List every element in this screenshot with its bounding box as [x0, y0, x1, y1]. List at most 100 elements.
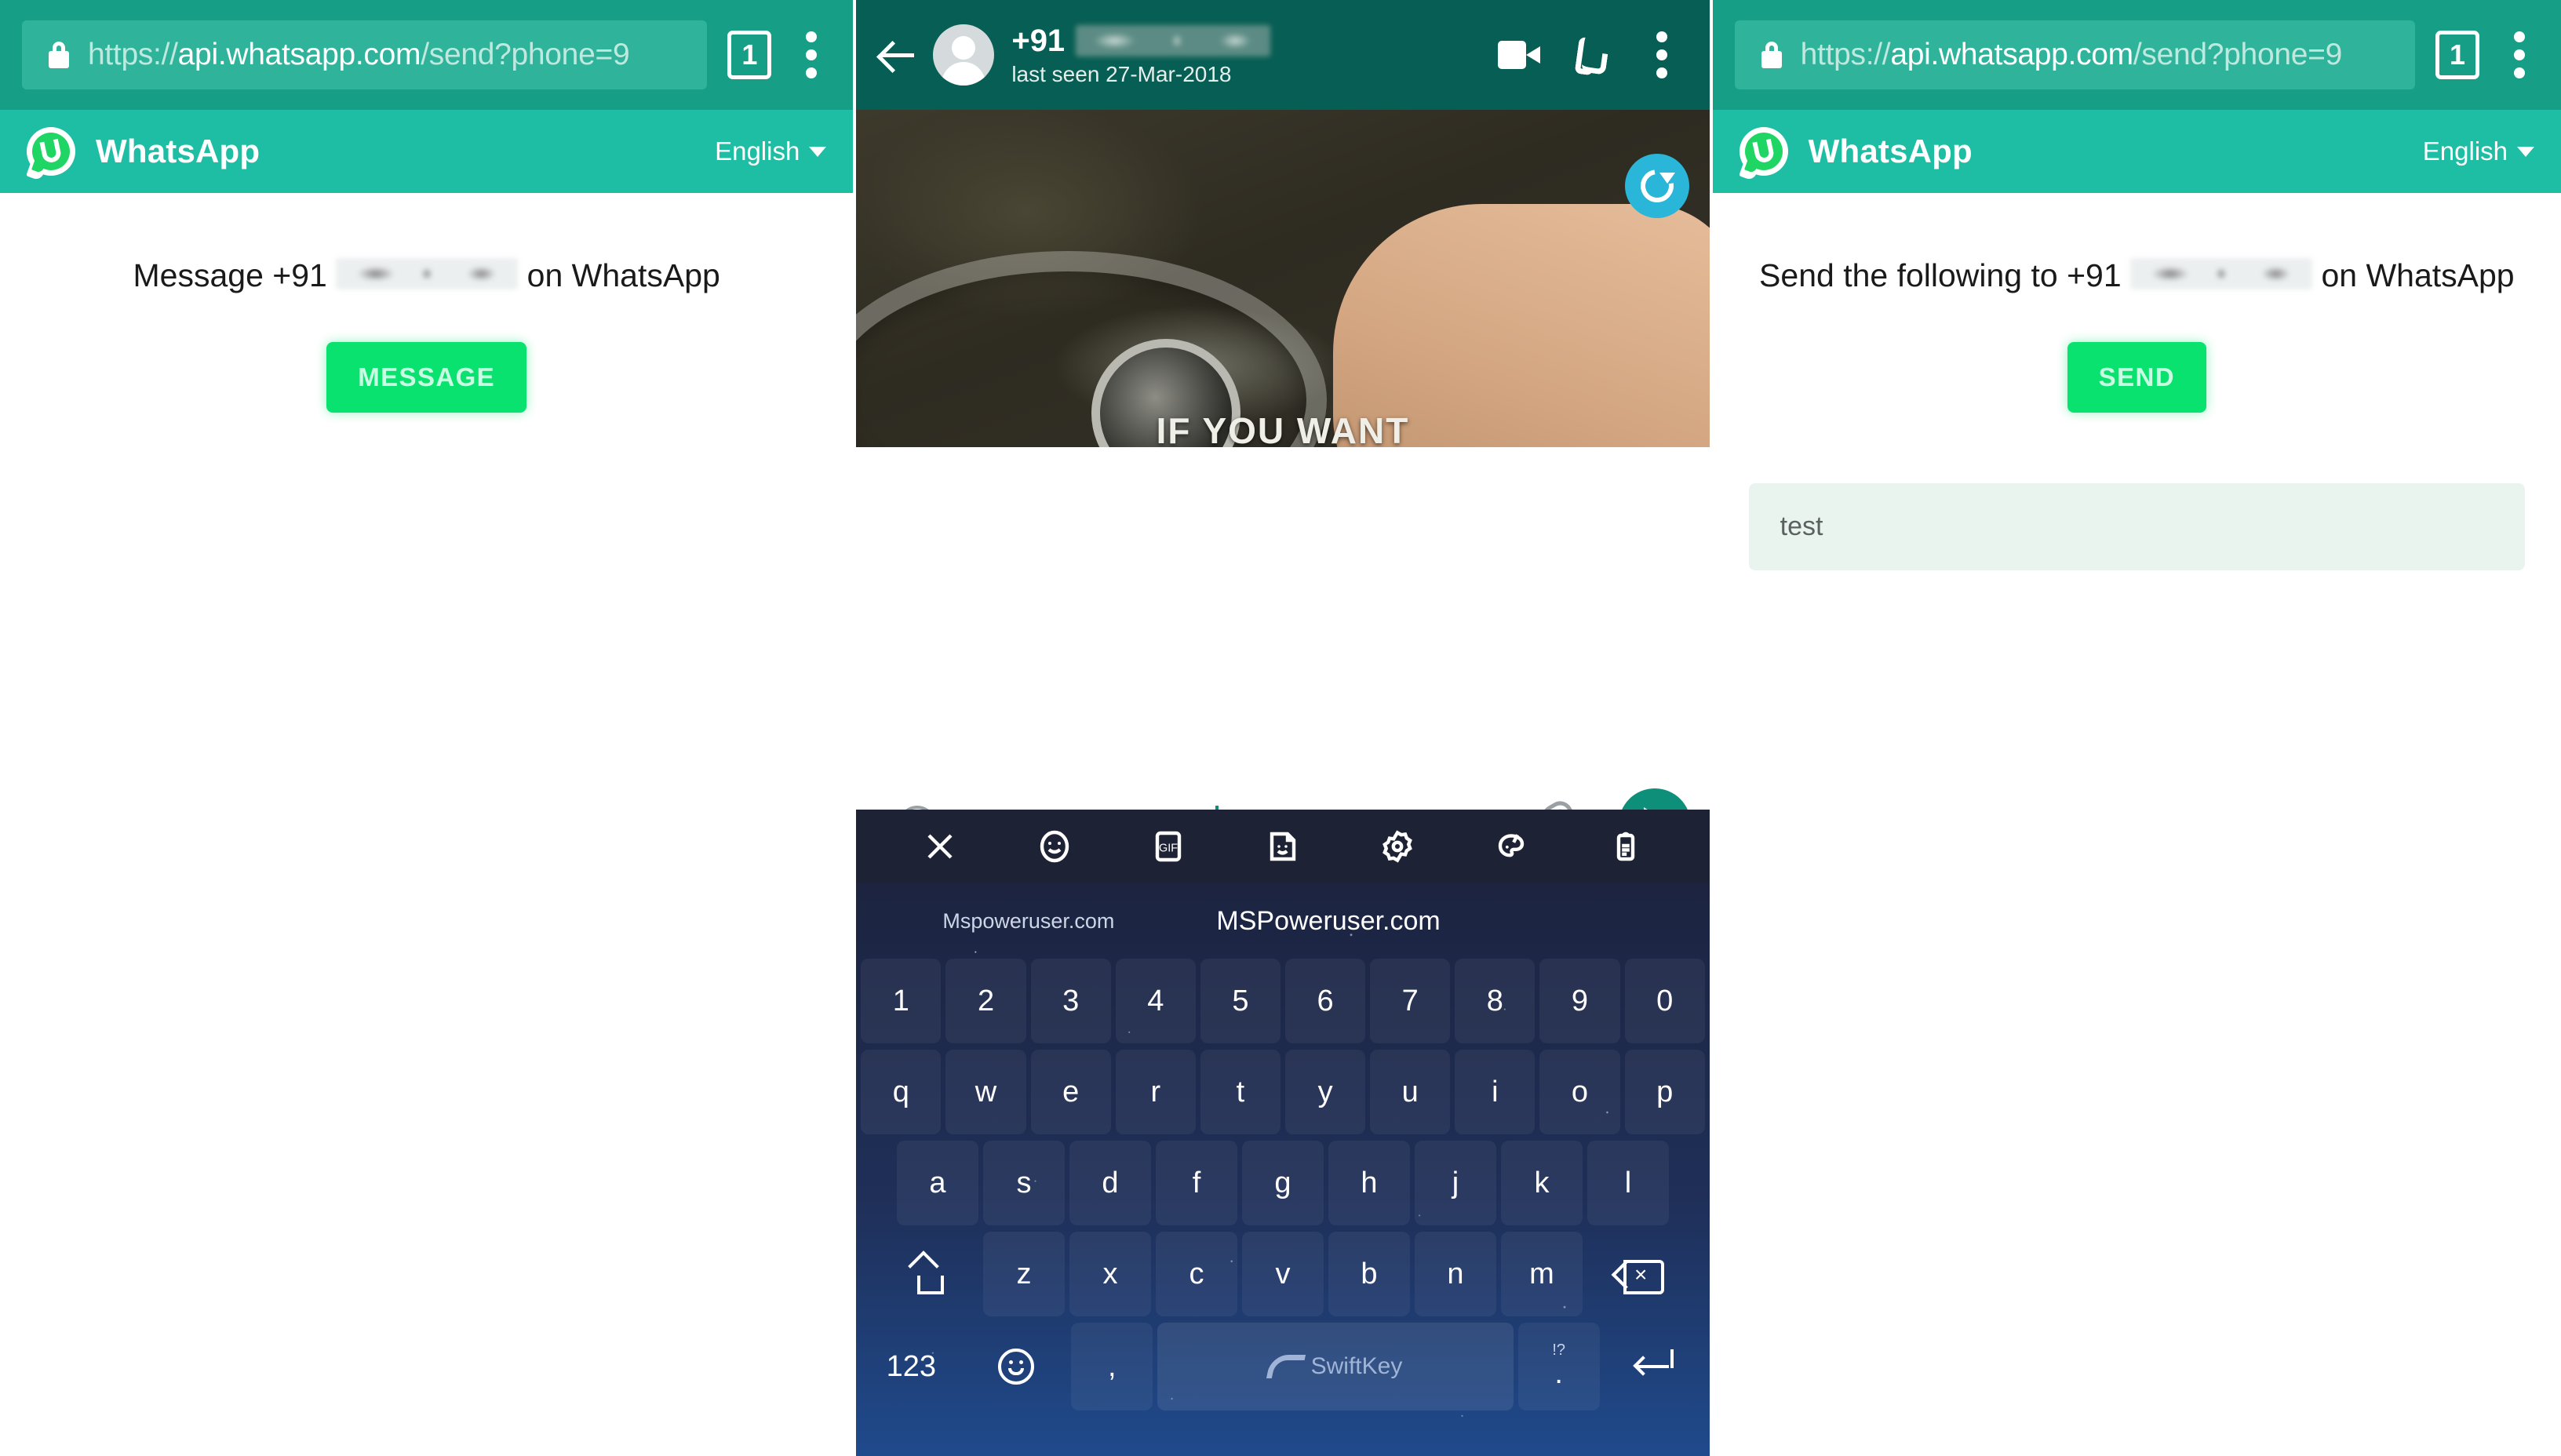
key-3[interactable]: 3 [1030, 959, 1111, 1043]
key-0[interactable]: 0 [1624, 959, 1705, 1043]
kebab-menu-icon[interactable] [792, 31, 831, 78]
numeric-switch-key[interactable]: 123 [861, 1323, 961, 1410]
key-x[interactable]: x [1069, 1232, 1151, 1316]
key-r[interactable]: r [1115, 1050, 1196, 1134]
gear-icon[interactable] [1377, 826, 1418, 867]
send-button[interactable]: SEND [2067, 341, 2206, 413]
key-o[interactable]: o [1539, 1050, 1620, 1134]
prediction-candidate-1[interactable]: Mspoweruser.com [942, 909, 1114, 934]
key-q[interactable]: q [861, 1050, 942, 1134]
key-v[interactable]: v [1241, 1232, 1324, 1316]
screenshot-root: https://api.whatsapp.com/send?phone=9 1 … [0, 0, 2561, 1456]
key-c[interactable]: c [1155, 1232, 1237, 1316]
rotate-refresh-icon[interactable] [1624, 154, 1689, 218]
key-i[interactable]: i [1455, 1050, 1536, 1134]
key-5[interactable]: 5 [1200, 959, 1280, 1043]
comma-key[interactable]: , [1071, 1323, 1153, 1410]
language-selector-left[interactable]: English [715, 136, 827, 166]
chat-wallpaper-photo: IF YOU WANT [856, 110, 1710, 447]
kebab-menu-icon[interactable] [2500, 31, 2539, 78]
key-u[interactable]: u [1370, 1050, 1451, 1134]
key-f[interactable]: f [1155, 1141, 1237, 1225]
period-label: . [1554, 1357, 1563, 1391]
key-b[interactable]: b [1328, 1232, 1410, 1316]
back-arrow-icon[interactable] [880, 37, 916, 73]
keyboard-row-bottom: z x c v b n m × [861, 1232, 1704, 1316]
key-z[interactable]: z [982, 1232, 1065, 1316]
key-8[interactable]: 8 [1455, 959, 1536, 1043]
key-a[interactable]: a [896, 1141, 978, 1225]
contact-prefix: +91 [1011, 23, 1066, 58]
redacted-phone-number [336, 258, 519, 289]
url-bar-right[interactable]: https://api.whatsapp.com/send?phone=9 [1734, 20, 2415, 89]
lock-icon [1761, 42, 1782, 68]
url-text-left: https://api.whatsapp.com/send?phone=9 [88, 38, 630, 71]
whatsapp-logo-icon [1739, 127, 1788, 176]
enter-return-icon[interactable] [1605, 1323, 1705, 1410]
tab-count-left[interactable]: 1 [727, 31, 772, 79]
key-7[interactable]: 7 [1370, 959, 1451, 1043]
key-y[interactable]: y [1285, 1050, 1366, 1134]
right-content: Send the following to +91 on WhatsApp SE… [1713, 193, 2561, 413]
url-bar-left[interactable]: https://api.whatsapp.com/send?phone=9 [22, 20, 708, 89]
key-l[interactable]: l [1587, 1141, 1669, 1225]
headline-suffix-left: on WhatsApp [526, 257, 720, 293]
language-label-right: English [2422, 136, 2508, 166]
backspace-icon[interactable]: × [1587, 1232, 1688, 1316]
key-9[interactable]: 9 [1539, 959, 1620, 1043]
whatsapp-header-left: WhatsApp English [0, 110, 854, 193]
swiftkey-logo-icon: SwiftKey [1269, 1353, 1403, 1380]
avatar[interactable] [933, 24, 995, 86]
key-6[interactable]: 6 [1285, 959, 1366, 1043]
key-1[interactable]: 1 [861, 959, 942, 1043]
message-button[interactable]: MESSAGE [326, 341, 527, 413]
emoji-key-icon[interactable] [966, 1323, 1066, 1410]
key-j[interactable]: j [1414, 1141, 1496, 1225]
chat-contact-info[interactable]: +91 last seen 27-Mar-2018 [1011, 24, 1480, 87]
swiftkey-label: SwiftKey [1310, 1353, 1403, 1379]
kebab-menu-icon[interactable] [1642, 31, 1681, 78]
key-p[interactable]: p [1624, 1050, 1705, 1134]
tab-count-right[interactable]: 1 [2435, 31, 2479, 79]
svg-text:GIF: GIF [1159, 842, 1178, 854]
period-key[interactable]: !? . [1517, 1323, 1600, 1410]
key-g[interactable]: g [1241, 1141, 1324, 1225]
video-call-icon[interactable] [1497, 41, 1540, 69]
chat-header: +91 last seen 27-Mar-2018 [856, 0, 1710, 110]
prediction-candidate-2[interactable]: MSPoweruser.com [1216, 906, 1440, 937]
key-2[interactable]: 2 [945, 959, 1026, 1043]
key-4[interactable]: 4 [1115, 959, 1196, 1043]
whatsapp-header-right: WhatsApp English [1712, 110, 2561, 193]
palette-theme-icon[interactable] [1491, 826, 1532, 867]
key-s[interactable]: s [982, 1141, 1065, 1225]
keyboard-rows: 1 2 3 4 5 6 7 8 9 0 q w e r t y u i o p … [856, 959, 1709, 1410]
middle-chat-panel: +91 last seen 27-Mar-2018 IF YOU WANT GI… [856, 0, 1710, 1456]
chevron-down-icon [809, 146, 827, 157]
phone-call-icon[interactable] [1572, 36, 1609, 73]
space-key[interactable]: SwiftKey [1157, 1323, 1514, 1410]
key-w[interactable]: w [945, 1050, 1026, 1134]
sticker-icon[interactable] [1262, 826, 1303, 867]
chat-contact-name: +91 [1011, 24, 1480, 59]
key-e[interactable]: e [1030, 1050, 1111, 1134]
key-t[interactable]: t [1200, 1050, 1280, 1134]
period-alt-label: !? [1552, 1341, 1565, 1360]
message-headline-right: Send the following to +91 on WhatsApp [1749, 254, 2525, 298]
key-d[interactable]: d [1069, 1141, 1151, 1225]
language-selector-right[interactable]: English [2423, 136, 2534, 166]
emoji-icon[interactable] [1034, 826, 1075, 867]
clipboard-icon[interactable] [1605, 826, 1646, 867]
browser-chrome-left: https://api.whatsapp.com/send?phone=9 1 [0, 0, 854, 110]
gif-icon[interactable]: GIF [1148, 826, 1189, 867]
prediction-bar: Mspoweruser.com MSPoweruser.com [856, 883, 1709, 959]
close-icon[interactable] [920, 826, 960, 867]
whatsapp-brand-right: WhatsApp [1739, 127, 1973, 176]
chat-header-actions [1497, 31, 1686, 78]
shift-icon[interactable] [878, 1232, 978, 1316]
key-n[interactable]: n [1414, 1232, 1496, 1316]
key-m[interactable]: m [1500, 1232, 1583, 1316]
message-headline-left: Message +91 on WhatsApp [36, 254, 817, 298]
key-h[interactable]: h [1328, 1141, 1410, 1225]
left-content: Message +91 on WhatsApp MESSAGE [0, 193, 853, 413]
key-k[interactable]: k [1500, 1141, 1583, 1225]
